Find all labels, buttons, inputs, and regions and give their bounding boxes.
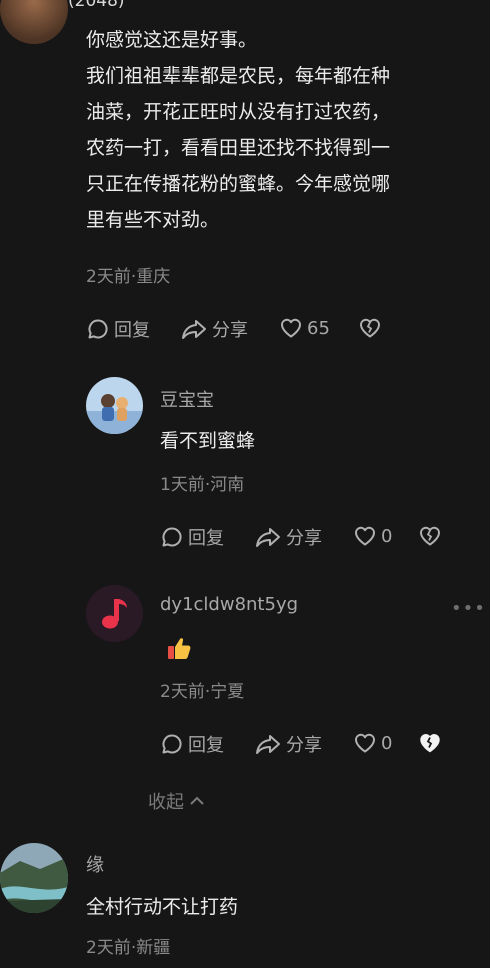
like-button[interactable]: 65 bbox=[279, 316, 330, 340]
comment-meta: 2天前·重庆 bbox=[86, 267, 171, 287]
reply-button[interactable]: 回复 bbox=[86, 316, 150, 342]
comment-username[interactable]: 缘 bbox=[86, 851, 104, 877]
dislike-button[interactable] bbox=[418, 524, 442, 548]
dislike-button[interactable] bbox=[358, 316, 382, 340]
comment-line: 你感觉这还是好事。 bbox=[86, 29, 258, 51]
comment-bubble-icon bbox=[88, 319, 108, 339]
share-button[interactable]: 分享 bbox=[180, 316, 248, 342]
reply-meta: 1天前·河南 bbox=[160, 475, 245, 495]
share-arrow-icon bbox=[256, 735, 280, 754]
reply-username[interactable]: dy1cldw8nt5yg bbox=[160, 594, 298, 615]
reply-username[interactable]: 豆宝宝 bbox=[160, 386, 214, 412]
reply-text: 看不到蜜蜂 bbox=[160, 430, 256, 452]
heart-icon bbox=[281, 318, 301, 338]
comment-bubble-icon bbox=[162, 527, 182, 547]
comment-line: 油菜，开花正旺时从没有打过农药， bbox=[86, 101, 391, 123]
broken-heart-icon bbox=[420, 734, 440, 753]
like-button[interactable]: 0 bbox=[353, 524, 392, 548]
share-label: 分享 bbox=[286, 735, 322, 756]
reply-meta: 2天前·宁夏 bbox=[160, 682, 245, 702]
heart-icon bbox=[355, 733, 375, 753]
heart-icon bbox=[355, 526, 375, 546]
avatar[interactable] bbox=[86, 585, 143, 642]
collapse-replies-button[interactable]: 收起 bbox=[148, 788, 206, 814]
comment-meta: 2天前·新疆 bbox=[86, 938, 171, 958]
avatar[interactable] bbox=[0, 0, 68, 44]
like-count: 0 bbox=[381, 525, 393, 547]
comment-line: 我们祖祖辈辈都是农民，每年都在种 bbox=[86, 65, 391, 87]
chevron-up-icon bbox=[190, 796, 204, 805]
reply-label: 回复 bbox=[188, 528, 224, 549]
like-count: 65 bbox=[307, 317, 330, 339]
comment-body: 你感觉这还是好事。 我们祖祖辈辈都是农民，每年都在种 油菜，开花正旺时从没有打过… bbox=[86, 22, 476, 238]
more-options-icon[interactable]: ••• bbox=[451, 598, 486, 619]
share-arrow-icon bbox=[182, 320, 206, 339]
comment-line: 只正在传播花粉的蜜蜂。今年感觉哪 bbox=[86, 173, 391, 195]
dislike-button-active[interactable] bbox=[418, 731, 442, 755]
comment-bubble-icon bbox=[162, 734, 182, 754]
share-button[interactable]: 分享 bbox=[254, 731, 322, 757]
reply-label: 回复 bbox=[114, 320, 150, 341]
share-label: 分享 bbox=[212, 320, 248, 341]
broken-heart-icon bbox=[420, 526, 440, 546]
reply-label: 回复 bbox=[188, 735, 224, 756]
thumbs-up-emoji bbox=[165, 634, 193, 666]
avatar[interactable] bbox=[86, 377, 143, 434]
like-count: 0 bbox=[381, 732, 393, 754]
broken-heart-icon bbox=[360, 318, 380, 338]
collapse-label: 收起 bbox=[148, 792, 184, 813]
share-arrow-icon bbox=[256, 528, 280, 547]
reply-button[interactable]: 回复 bbox=[160, 731, 224, 757]
reply-button[interactable]: 回复 bbox=[160, 524, 224, 550]
comment-line: 里有些不对劲。 bbox=[86, 209, 220, 231]
share-button[interactable]: 分享 bbox=[254, 524, 322, 550]
music-note-icon bbox=[86, 585, 143, 642]
share-label: 分享 bbox=[286, 528, 322, 549]
avatar[interactable] bbox=[0, 843, 68, 913]
comment-text: 全村行动不让打药 bbox=[86, 896, 239, 918]
comment-line: 农药一打，看看田里还找不找得到一 bbox=[86, 137, 391, 159]
like-button[interactable]: 0 bbox=[353, 731, 392, 755]
